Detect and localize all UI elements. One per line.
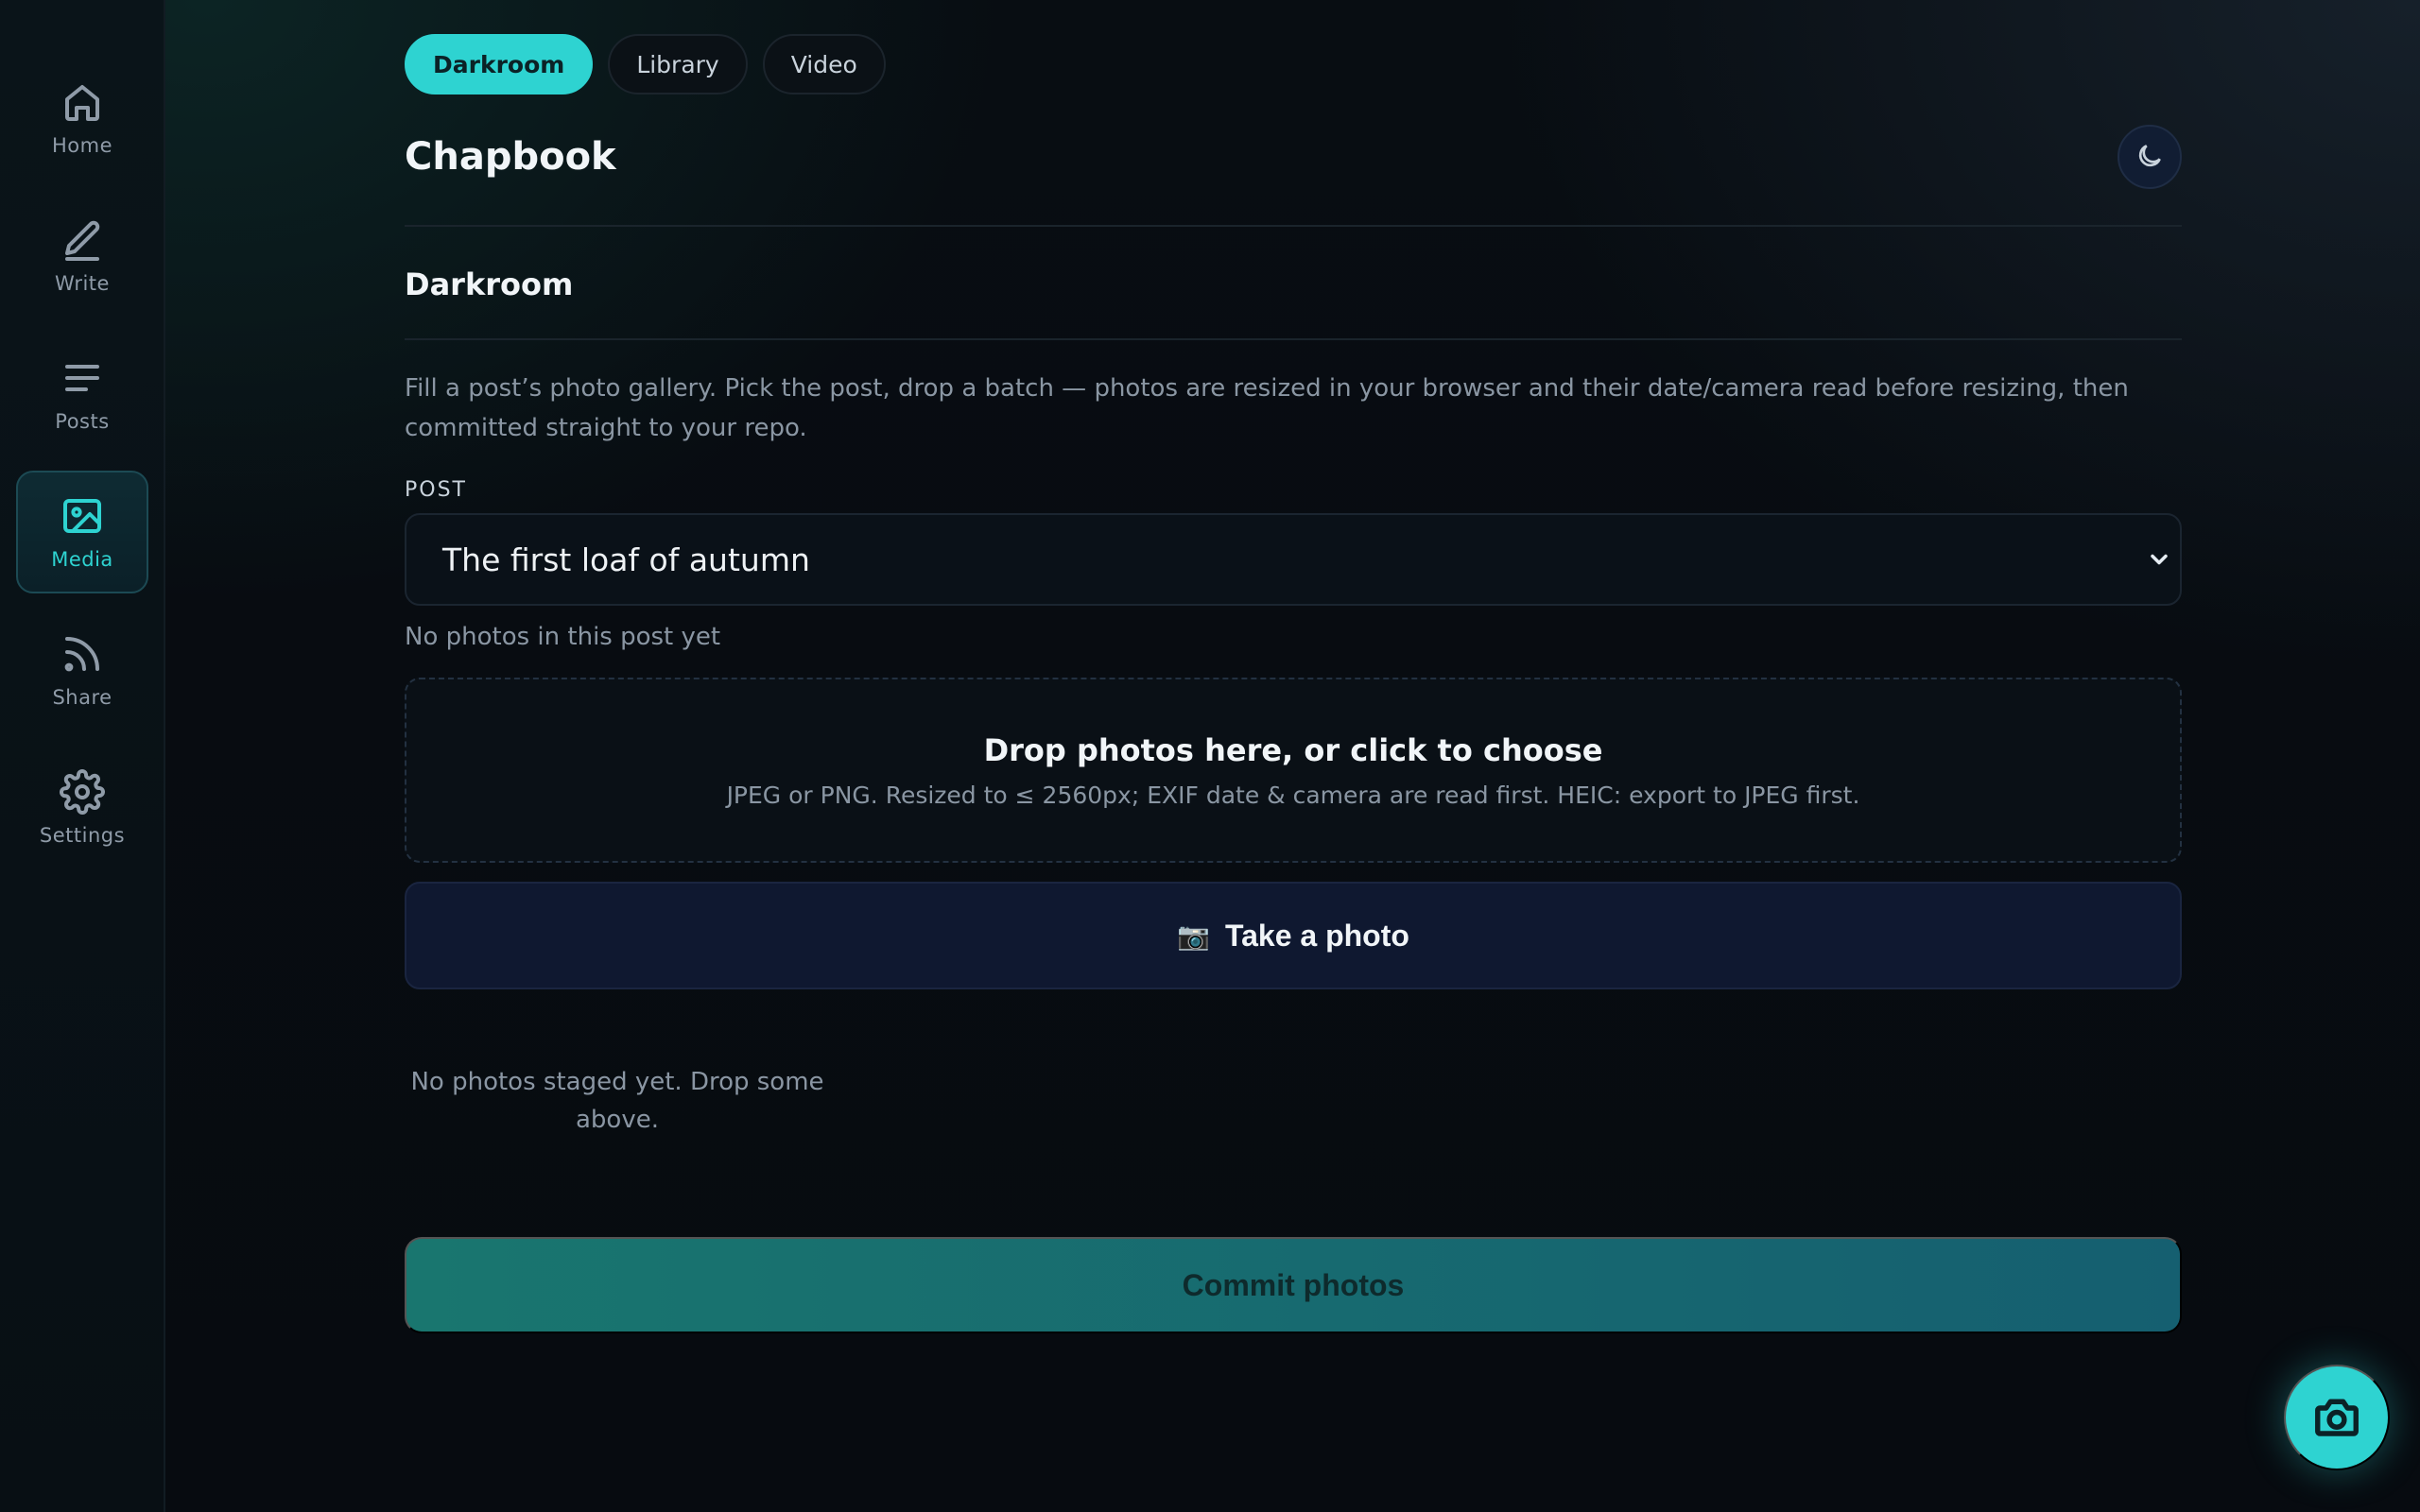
tab-darkroom[interactable]: Darkroom [405, 34, 594, 94]
sidebar-item-share[interactable]: Share [16, 609, 148, 731]
section-title: Darkroom [405, 266, 574, 302]
sidebar-item-label: Share [52, 686, 112, 709]
take-photo-label: Take a photo [1224, 918, 1409, 953]
camera-icon [2311, 1391, 2362, 1445]
moon-icon [2135, 141, 2165, 174]
gear-icon [60, 769, 105, 815]
staged-empty-message: No photos staged yet. Drop some above. [410, 1068, 824, 1134]
list-icon [60, 355, 105, 401]
sidebar-item-label: Posts [55, 410, 110, 433]
sidebar-item-settings[interactable]: Settings [16, 747, 148, 869]
sidebar-item-write[interactable]: Write [16, 195, 148, 318]
sidebar-item-label: Home [51, 134, 112, 157]
tab-library[interactable]: Library [608, 34, 748, 94]
sidebar-item-posts[interactable]: Posts [16, 333, 148, 455]
dropzone-subtitle: JPEG or PNG. Resized to ≤ 2560px; EXIF d… [726, 781, 1860, 809]
sidebar-item-label: Write [55, 272, 110, 295]
header: Chapbook [405, 117, 2182, 197]
pen-icon [60, 217, 105, 263]
home-icon [60, 79, 105, 125]
section-description: Fill a post’s photo gallery. Pick the po… [405, 374, 2129, 442]
sidebar-item-label: Settings [39, 824, 126, 847]
rss-icon [60, 631, 105, 677]
tab-video[interactable]: Video [762, 34, 886, 94]
main-content: Darkroom Library Video Chapbook Darkroom… [405, 0, 2182, 1333]
commit-photos-button[interactable]: Commit photos [405, 1237, 2182, 1333]
sidebar: Home Write Posts Media Share Settings [0, 0, 165, 1512]
divider [405, 338, 2182, 340]
photo-dropzone[interactable]: Drop photos here, or click to choose JPE… [405, 678, 2182, 863]
sidebar-item-home[interactable]: Home [16, 57, 148, 180]
chevron-down-icon [2146, 546, 2172, 573]
post-field-label: POST [405, 478, 467, 502]
take-photo-button[interactable]: 📷 Take a photo [405, 882, 2182, 989]
post-photo-count-note: No photos in this post yet [405, 623, 721, 651]
sidebar-item-label: Media [51, 548, 113, 571]
post-select-value: The first loaf of autumn [442, 541, 810, 578]
image-icon [60, 493, 105, 539]
dropzone-title: Drop photos here, or click to choose [983, 731, 1603, 768]
sidebar-item-media[interactable]: Media [16, 471, 148, 593]
view-tabs: Darkroom Library Video [405, 34, 2182, 94]
page-title: Chapbook [405, 135, 616, 179]
camera-fab-button[interactable] [2284, 1365, 2390, 1470]
camera-emoji-icon: 📷 [1177, 920, 1210, 951]
theme-toggle-button[interactable] [2118, 125, 2182, 189]
post-select[interactable]: The first loaf of autumn [405, 513, 2182, 606]
